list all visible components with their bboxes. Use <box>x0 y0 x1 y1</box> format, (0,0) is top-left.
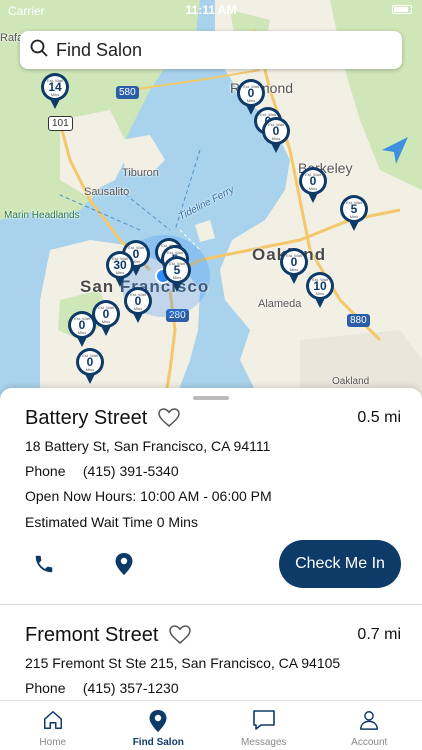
salon-name: Battery Street <box>25 407 148 429</box>
home-icon <box>43 711 62 729</box>
salon-distance: 0.7 mi <box>357 626 401 643</box>
tab-find-salon[interactable]: Find Salon <box>106 701 212 750</box>
favorite-heart-icon[interactable] <box>169 625 191 650</box>
chat-icon <box>252 710 275 730</box>
phone-label: Phone <box>25 463 66 479</box>
status-time: 11:11 AM <box>185 3 237 17</box>
status-bar: Carrier 11:11 AM <box>0 0 422 20</box>
person-icon <box>360 711 379 730</box>
salon-map-pin[interactable]: Est. Wait 10 Mins <box>306 272 334 310</box>
salon-hours: Open Now Hours: 10:00 AM - 06:00 PM <box>25 488 272 504</box>
salon-phone-row: Phone (415) 357-1230 <box>25 680 179 696</box>
salon-map-pin[interactable]: Est. Wait5Mins <box>340 195 368 233</box>
search-icon <box>30 39 48 62</box>
map-pin-icon <box>149 710 167 732</box>
tab-account[interactable]: Account <box>317 701 422 750</box>
tab-label: Find Salon <box>132 737 184 748</box>
battery-icon <box>392 5 412 14</box>
check-me-in-button[interactable]: Check Me In <box>279 540 401 588</box>
map-label-tiburon: Tiburon <box>122 167 159 179</box>
salon-distance: 0.5 mi <box>357 409 401 426</box>
tab-label: Account <box>351 737 388 748</box>
salon-map-pin[interactable]: Est. Wait0Mins <box>299 167 327 205</box>
locate-me-icon[interactable] <box>378 134 412 173</box>
salon-phone[interactable]: (415) 357-1230 <box>83 680 179 696</box>
tab-bar: Home Find Salon Messages Account <box>0 700 422 750</box>
map-view[interactable]: 580 101 280 880 Rafa Richmond Berkeley O… <box>0 0 422 400</box>
sheet-drag-handle[interactable] <box>193 396 229 400</box>
salon-name: Fremont Street <box>25 624 159 646</box>
highway-580-shield: 580 <box>116 86 139 99</box>
tab-label: Home <box>39 737 67 748</box>
card-divider <box>0 604 422 605</box>
salon-map-pin[interactable]: Est. Wait5Mins <box>163 256 191 294</box>
carrier-label: Carrier <box>8 4 45 18</box>
salon-map-pin[interactable]: Est. Wait0Mins <box>92 300 120 338</box>
directions-pin-icon[interactable] <box>114 552 134 581</box>
salon-wait-time: Estimated Wait Time 0 Mins <box>25 514 198 530</box>
salon-address: 18 Battery St, San Francisco, CA 94111 <box>25 438 271 454</box>
map-label-marin-headlands: Marin Headlands <box>4 210 80 221</box>
salon-phone[interactable]: (415) 391-5340 <box>83 463 179 479</box>
map-label-oakland-airport: Oakland <box>332 376 370 387</box>
highway-880-shield: 880 <box>347 314 370 327</box>
salon-map-pin[interactable]: Est. Wait 14 Mins <box>41 73 69 111</box>
phone-label: Phone <box>25 680 66 696</box>
search-bar[interactable]: Find Salon <box>20 31 402 69</box>
search-input[interactable]: Find Salon <box>56 40 142 61</box>
salon-list-sheet[interactable]: Battery Street 0.5 mi 18 Battery St, San… <box>0 388 422 700</box>
favorite-heart-icon[interactable] <box>158 408 180 433</box>
salon-map-pin[interactable]: Est. Wait0Mins <box>280 248 308 286</box>
salon-map-pin[interactable]: Est. Wait0Mins <box>76 348 104 386</box>
salon-address: 215 Fremont St Ste 215, San Francisco, C… <box>25 655 341 671</box>
call-phone-icon[interactable] <box>33 553 55 580</box>
salon-map-pin[interactable]: Est. Wait0Mins <box>124 287 152 325</box>
tab-label: Messages <box>240 737 287 748</box>
salon-map-pin[interactable]: Est. Wait0Mins <box>262 117 290 155</box>
tab-home[interactable]: Home <box>0 701 106 750</box>
highway-101-shield: 101 <box>48 116 73 131</box>
map-label-alameda: Alameda <box>258 298 302 310</box>
tab-messages[interactable]: Messages <box>211 701 317 750</box>
salon-map-pin[interactable]: Est. Wait 30 Mins <box>106 251 134 289</box>
map-label-sausalito: Sausalito <box>84 186 130 198</box>
salon-phone-row: Phone (415) 391-5340 <box>25 463 179 479</box>
salon-map-pin[interactable]: Est. Wait0Mins <box>68 311 96 349</box>
